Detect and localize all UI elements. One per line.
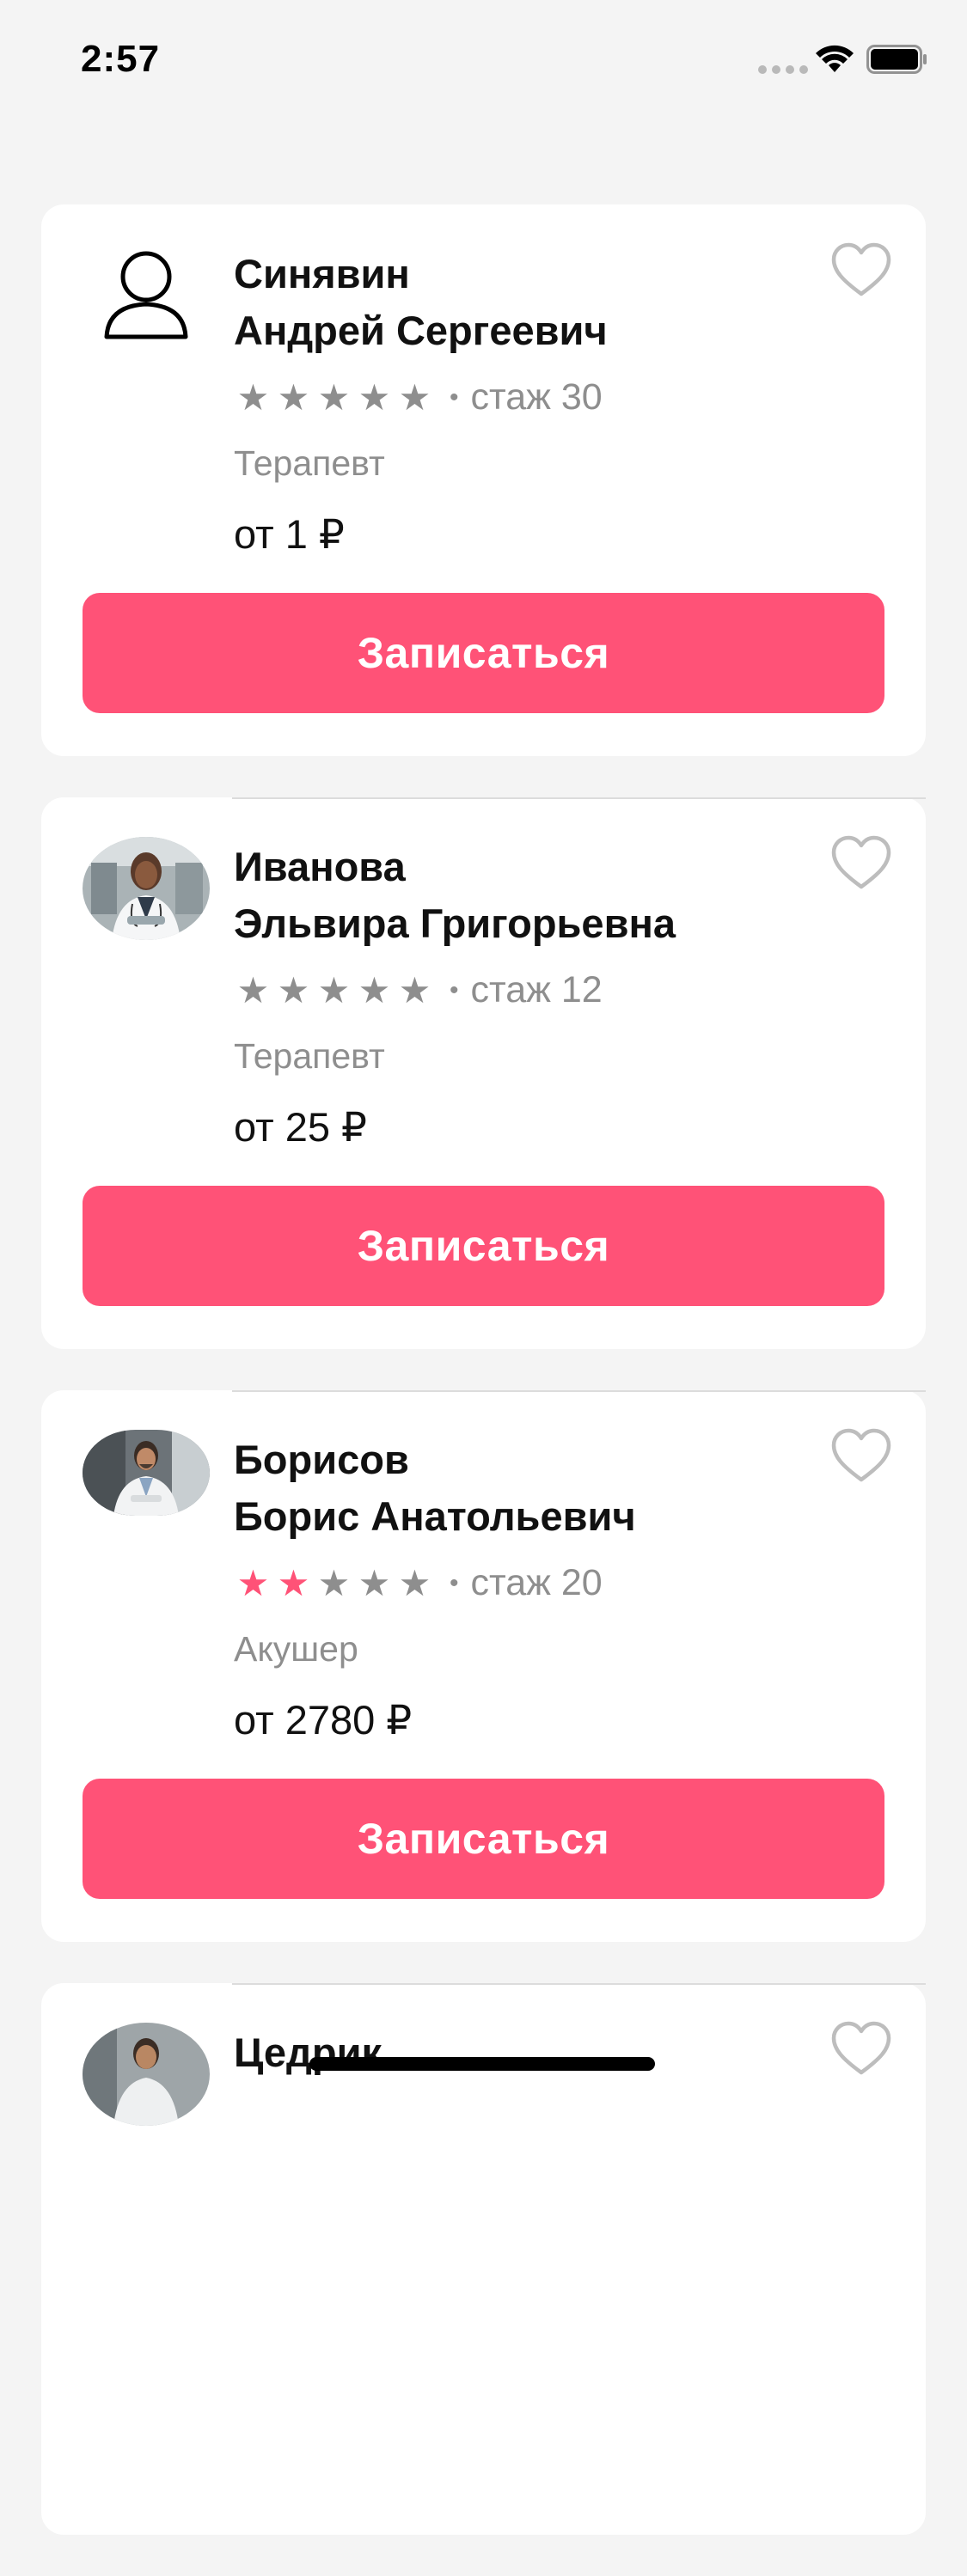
star-icon: ★ (277, 970, 310, 1010)
star-icon: ★ (236, 377, 270, 418)
star-icon: ★ (236, 970, 270, 1010)
rating-stars: ★ ★ ★ ★ ★ (234, 969, 434, 1011)
signal-dots-icon (758, 65, 808, 74)
doctor-name: Иванова Эльвира Григорьевна (234, 839, 676, 952)
divider (232, 1983, 926, 1985)
star-icon: ★ (317, 970, 351, 1010)
star-icon: ★ (398, 970, 431, 1010)
person-placeholder-icon (83, 244, 210, 347)
star-icon: ★ (236, 1563, 270, 1603)
divider (232, 1390, 926, 1392)
divider (232, 797, 926, 799)
doctor-name: Цедрик (234, 2024, 382, 2081)
experience: стаж 30 (470, 376, 603, 418)
battery-icon (866, 45, 927, 74)
doctor-given-names: Андрей Сергеевич (234, 308, 608, 353)
specialty: Терапевт (234, 443, 385, 483)
star-icon: ★ (358, 377, 391, 418)
book-appointment-button[interactable]: Записаться (83, 593, 884, 713)
heart-icon[interactable] (830, 835, 892, 892)
doctor-card[interactable]: Борисов Борис Анатольевич ★ ★ ★ ★ ★ • ст… (41, 1390, 926, 1942)
separator-dot: • (450, 382, 459, 412)
doctor-card[interactable]: Синявин Андрей Сергеевич ★ ★ ★ ★ ★ • ста… (41, 204, 926, 756)
rating-row: ★ ★ ★ ★ ★ • стаж 30 (234, 376, 603, 418)
book-appointment-button[interactable]: Записаться (83, 1186, 884, 1306)
doctor-surname: Синявин (234, 251, 410, 296)
wifi-icon (816, 45, 854, 72)
star-icon: ★ (358, 1563, 391, 1603)
specialty: Акушер (234, 1629, 358, 1669)
rating-stars: ★ ★ ★ ★ ★ (234, 1562, 434, 1604)
doctor-given-names: Борис Анатольевич (234, 1493, 636, 1539)
heart-icon[interactable] (830, 1428, 892, 1485)
doctor-surname: Борисов (234, 1437, 409, 1482)
price: от 2780 ₽ (234, 1697, 413, 1743)
experience: стаж 20 (470, 1562, 603, 1603)
heart-icon[interactable] (830, 242, 892, 299)
separator-dot: • (450, 975, 459, 1004)
doctor-photo (83, 1430, 210, 1516)
star-icon: ★ (398, 377, 431, 418)
doctor-name: Борисов Борис Анатольевич (234, 1431, 636, 1545)
doctor-surname: Цедрик (234, 2030, 383, 2075)
status-time: 2:57 (81, 38, 161, 80)
book-appointment-button[interactable]: Записаться (83, 1779, 884, 1899)
home-indicator[interactable] (309, 2057, 655, 2071)
doctor-photo (83, 2023, 210, 2126)
star-icon: ★ (317, 377, 351, 418)
doctor-card[interactable]: Иванова Эльвира Григорьевна ★ ★ ★ ★ ★ • … (41, 797, 926, 1349)
specialty: Терапевт (234, 1036, 385, 1076)
rating-row: ★ ★ ★ ★ ★ • стаж 20 (234, 1562, 603, 1604)
star-icon: ★ (277, 377, 310, 418)
doctor-surname: Иванова (234, 844, 406, 889)
star-icon: ★ (398, 1563, 431, 1603)
doctor-given-names: Эльвира Григорьевна (234, 900, 676, 946)
price: от 25 ₽ (234, 1104, 367, 1150)
star-icon: ★ (277, 1563, 310, 1603)
doctor-list[interactable]: Синявин Андрей Сергеевич ★ ★ ★ ★ ★ • ста… (41, 204, 926, 2576)
star-icon: ★ (358, 970, 391, 1010)
price: от 1 ₽ (234, 511, 345, 557)
star-icon: ★ (317, 1563, 351, 1603)
heart-icon[interactable] (830, 2021, 892, 2078)
rating-row: ★ ★ ★ ★ ★ • стаж 12 (234, 969, 603, 1011)
separator-dot: • (450, 1568, 459, 1597)
rating-stars: ★ ★ ★ ★ ★ (234, 376, 434, 418)
status-bar: 2:57 (0, 0, 967, 113)
doctor-photo (83, 837, 210, 940)
experience: стаж 12 (470, 969, 603, 1010)
doctor-name: Синявин Андрей Сергеевич (234, 246, 608, 359)
